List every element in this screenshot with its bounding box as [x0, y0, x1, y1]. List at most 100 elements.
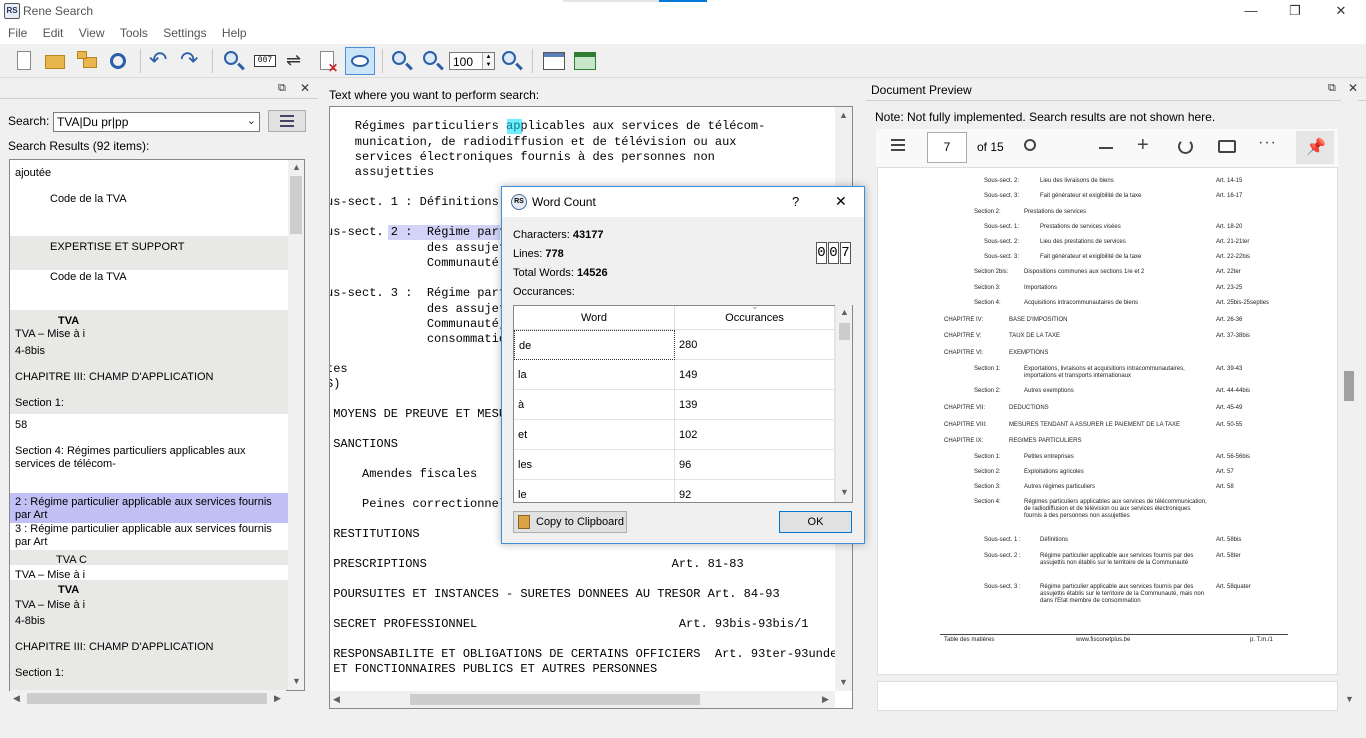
scroll-thumb[interactable]: [27, 693, 267, 704]
result-item[interactable]: TVA – Mise à i: [10, 328, 288, 341]
preview-toggle-button[interactable]: [345, 47, 375, 75]
result-item[interactable]: TVA: [10, 315, 288, 328]
menu-help[interactable]: Help: [218, 22, 251, 40]
result-item[interactable]: TVA C: [10, 554, 288, 567]
scroll-left-icon[interactable]: ◀: [13, 693, 20, 704]
scroll-right-icon[interactable]: ▶: [274, 693, 281, 704]
zoom-out-icon[interactable]: [1099, 147, 1113, 149]
scroll-down-icon[interactable]: ▼: [840, 487, 849, 497]
help-button[interactable]: ?: [792, 194, 799, 209]
search-button[interactable]: [222, 49, 246, 73]
menu-settings[interactable]: Settings: [159, 22, 210, 40]
open-folder-tree-button[interactable]: [75, 49, 99, 73]
scroll-thumb[interactable]: [1344, 371, 1354, 401]
preview-vertical-scrollbar[interactable]: ▼: [1341, 100, 1358, 710]
result-item[interactable]: Code de la TVA: [10, 271, 288, 284]
rotate-icon[interactable]: [1178, 139, 1193, 154]
search-options-button[interactable]: [268, 110, 306, 132]
word-cell[interactable]: à: [514, 390, 675, 420]
float-panel-icon[interactable]: ⧉: [1328, 82, 1336, 95]
link-button[interactable]: [106, 49, 130, 73]
scroll-right-icon[interactable]: ▶: [822, 694, 829, 705]
result-item[interactable]: Section 1:: [10, 667, 288, 680]
results-list[interactable]: ajoutée Code de la TVA EXPERTISE ET SUPPOR…: [9, 159, 305, 691]
tile-windows-button[interactable]: [573, 49, 597, 73]
scroll-down-icon[interactable]: ▼: [292, 676, 301, 686]
scroll-up-icon[interactable]: ▲: [839, 110, 848, 120]
clear-button[interactable]: ✕: [316, 49, 340, 75]
result-item[interactable]: 58: [10, 419, 288, 432]
scroll-thumb[interactable]: [410, 694, 700, 705]
menu-view[interactable]: View: [75, 22, 109, 40]
count-cell[interactable]: 92: [675, 480, 835, 502]
result-item[interactable]: 4-8bis: [10, 345, 288, 358]
close-panel-icon[interactable]: ✕: [300, 81, 310, 95]
zoom-in-button[interactable]: [390, 49, 414, 73]
result-item[interactable]: TVA – Mise à i: [10, 599, 288, 612]
contents-list-icon[interactable]: [891, 139, 905, 151]
scroll-down-icon[interactable]: ▼: [1345, 694, 1354, 704]
result-item[interactable]: 3 : Régime particulier applicable aux se…: [10, 523, 288, 549]
copy-to-clipboard-button[interactable]: Copy to Clipboard: [513, 511, 627, 533]
result-item[interactable]: EXPERTISE ET SUPPORT: [10, 241, 288, 254]
spin-arrows-icon[interactable]: ▲ ▼: [482, 53, 494, 69]
zoom-reset-button[interactable]: [500, 49, 524, 73]
count-cell[interactable]: 139: [675, 390, 835, 420]
result-item[interactable]: Section 1:: [10, 397, 288, 410]
page-number-input[interactable]: 7: [927, 132, 967, 163]
dialog-close-button[interactable]: ✕: [835, 193, 847, 210]
scroll-thumb[interactable]: [290, 176, 302, 234]
result-item[interactable]: CHAPITRE III: CHAMP D'APPLICATION: [10, 641, 288, 654]
result-item[interactable]: TVA: [10, 584, 288, 597]
word-cell[interactable]: et: [514, 420, 675, 450]
close-button[interactable]: ✕: [1318, 0, 1364, 22]
word-count-button[interactable]: 007: [253, 49, 277, 73]
close-panel-icon[interactable]: ✕: [1348, 81, 1358, 95]
word-wrap-button[interactable]: ⇌: [285, 49, 309, 73]
count-cell[interactable]: 149: [675, 360, 835, 390]
word-cell[interactable]: la: [514, 360, 675, 390]
scroll-down-icon[interactable]: ▼: [839, 677, 848, 687]
float-panel-icon[interactable]: ⧉: [278, 82, 286, 95]
zoom-spinbox[interactable]: 100 ▲ ▼: [449, 52, 495, 70]
results-vertical-scrollbar[interactable]: ▲ ▼: [288, 160, 304, 690]
scroll-up-icon[interactable]: ▲: [292, 162, 301, 172]
results-horizontal-scrollbar[interactable]: ◀ ▶: [10, 690, 286, 707]
result-item[interactable]: Code de la TVA: [10, 193, 288, 206]
result-item[interactable]: 2 : Régime particulier applicable aux se…: [10, 493, 288, 523]
window-layout-button[interactable]: [542, 49, 566, 73]
result-item[interactable]: Section 4: Régimes particuliers applicab…: [10, 445, 288, 471]
maximize-button[interactable]: ❐: [1272, 0, 1318, 22]
zoom-in-icon[interactable]: +: [1137, 134, 1149, 156]
table-scrollbar[interactable]: ▲ ▼: [835, 305, 852, 502]
menu-edit[interactable]: Edit: [39, 22, 68, 40]
count-cell[interactable]: 96: [675, 450, 835, 480]
chevron-down-icon[interactable]: ⌄: [247, 114, 256, 127]
menu-tools[interactable]: Tools: [116, 22, 152, 40]
search-combobox[interactable]: TVA|Du pr|pp ⌄: [53, 112, 260, 132]
more-options-icon[interactable]: ···: [1258, 134, 1277, 152]
count-cell[interactable]: 102: [675, 420, 835, 450]
zoom-out-button[interactable]: [421, 49, 445, 73]
editor-horizontal-scrollbar[interactable]: ◀ ▶: [330, 691, 835, 708]
new-file-button[interactable]: [12, 49, 36, 73]
fit-width-icon[interactable]: [1218, 140, 1236, 153]
result-item[interactable]: ajoutée: [10, 167, 288, 180]
pdf-search-icon[interactable]: [1024, 139, 1036, 151]
pin-button[interactable]: 📌: [1296, 131, 1334, 164]
redo-button[interactable]: ↷: [179, 49, 203, 73]
word-cell[interactable]: les: [514, 450, 675, 480]
occurances-table[interactable]: Word Occurances ⌄ de 280 la 149 à 139 et 102 les…: [513, 305, 853, 503]
result-item[interactable]: TVA – Mise à i: [10, 569, 288, 582]
minimize-button[interactable]: —: [1228, 0, 1274, 22]
undo-button[interactable]: ↶: [148, 49, 172, 73]
menu-file[interactable]: File: [4, 22, 31, 40]
result-item[interactable]: CHAPITRE III: CHAMP D'APPLICATION: [10, 371, 288, 384]
ok-button[interactable]: OK: [779, 511, 852, 533]
result-item[interactable]: 4-8bis: [10, 615, 288, 628]
word-cell[interactable]: le: [514, 480, 675, 502]
scroll-thumb[interactable]: [839, 323, 850, 340]
scroll-left-icon[interactable]: ◀: [333, 694, 340, 705]
count-cell[interactable]: 280: [675, 330, 835, 360]
word-cell[interactable]: de: [514, 330, 675, 360]
